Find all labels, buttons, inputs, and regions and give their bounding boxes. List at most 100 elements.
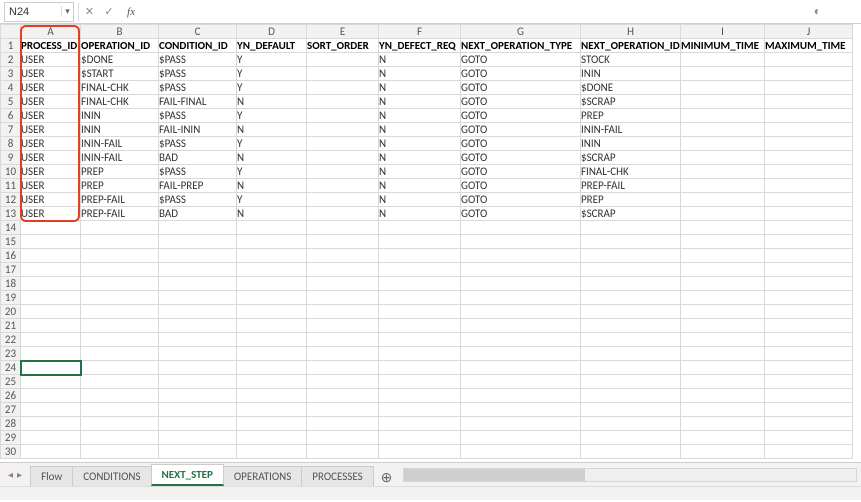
cell-D6[interactable]: Y (237, 109, 307, 123)
cell-H5[interactable]: $SCRAP (581, 95, 681, 109)
cell-I14[interactable] (681, 221, 765, 235)
cell-G15[interactable] (461, 235, 581, 249)
cell-C13[interactable]: BAD (159, 207, 237, 221)
cell-A9[interactable]: USER (21, 151, 81, 165)
cell-D4[interactable]: Y (237, 81, 307, 95)
row-header-18[interactable]: 18 (1, 277, 21, 291)
cell-E8[interactable] (307, 137, 379, 151)
cell-C3[interactable]: $PASS (159, 67, 237, 81)
header-cell-A[interactable]: PROCESS_ID (21, 39, 81, 53)
row-header-2[interactable]: 2 (1, 53, 21, 67)
row-header-21[interactable]: 21 (1, 319, 21, 333)
cell-J3[interactable] (765, 67, 853, 81)
row-header-24[interactable]: 24 (1, 361, 21, 375)
cell-E10[interactable] (307, 165, 379, 179)
cell-G10[interactable]: GOTO (461, 165, 581, 179)
cell-E28[interactable] (307, 417, 379, 431)
cell-B7[interactable]: ININ (81, 123, 159, 137)
cell-H27[interactable] (581, 403, 681, 417)
cell-G28[interactable] (461, 417, 581, 431)
add-sheet-button[interactable]: ⊕ (373, 469, 401, 486)
cell-E20[interactable] (307, 305, 379, 319)
cell-C7[interactable]: FAIL-ININ (159, 123, 237, 137)
cell-B22[interactable] (81, 333, 159, 347)
cell-C20[interactable] (159, 305, 237, 319)
cell-I28[interactable] (681, 417, 765, 431)
header-cell-D[interactable]: YN_DEFAULT (237, 39, 307, 53)
cell-J8[interactable] (765, 137, 853, 151)
cell-F25[interactable] (379, 375, 461, 389)
cell-J7[interactable] (765, 123, 853, 137)
cell-D5[interactable]: N (237, 95, 307, 109)
cell-H4[interactable]: $DONE (581, 81, 681, 95)
cell-A14[interactable] (21, 221, 81, 235)
row-header-5[interactable]: 5 (1, 95, 21, 109)
cell-E26[interactable] (307, 389, 379, 403)
row-header-9[interactable]: 9 (1, 151, 21, 165)
cell-H30[interactable] (581, 445, 681, 459)
cell-F14[interactable] (379, 221, 461, 235)
cell-G9[interactable]: GOTO (461, 151, 581, 165)
cell-H13[interactable]: $SCRAP (581, 207, 681, 221)
cell-D7[interactable]: N (237, 123, 307, 137)
cell-I17[interactable] (681, 263, 765, 277)
cell-D30[interactable] (237, 445, 307, 459)
cell-I7[interactable] (681, 123, 765, 137)
cell-D25[interactable] (237, 375, 307, 389)
cell-B12[interactable]: PREP-FAIL (81, 193, 159, 207)
cell-D8[interactable]: Y (237, 137, 307, 151)
cell-F18[interactable] (379, 277, 461, 291)
cell-A4[interactable]: USER (21, 81, 81, 95)
cell-D28[interactable] (237, 417, 307, 431)
cell-F26[interactable] (379, 389, 461, 403)
cell-E6[interactable] (307, 109, 379, 123)
cell-B8[interactable]: ININ-FAIL (81, 137, 159, 151)
cell-H18[interactable] (581, 277, 681, 291)
cell-F24[interactable] (379, 361, 461, 375)
cell-D26[interactable] (237, 389, 307, 403)
cell-C29[interactable] (159, 431, 237, 445)
cell-H9[interactable]: $SCRAP (581, 151, 681, 165)
cell-B30[interactable] (81, 445, 159, 459)
cell-E15[interactable] (307, 235, 379, 249)
cell-B26[interactable] (81, 389, 159, 403)
cell-A5[interactable]: USER (21, 95, 81, 109)
cell-E22[interactable] (307, 333, 379, 347)
cell-D14[interactable] (237, 221, 307, 235)
cell-J5[interactable] (765, 95, 853, 109)
cell-A3[interactable]: USER (21, 67, 81, 81)
cell-J30[interactable] (765, 445, 853, 459)
cancel-icon[interactable]: ✕ (78, 3, 96, 21)
cell-C25[interactable] (159, 375, 237, 389)
cell-G2[interactable]: GOTO (461, 53, 581, 67)
cell-J24[interactable] (765, 361, 853, 375)
cell-G30[interactable] (461, 445, 581, 459)
cell-E17[interactable] (307, 263, 379, 277)
cell-F29[interactable] (379, 431, 461, 445)
horizontal-scrollbar[interactable] (403, 468, 857, 482)
cell-A30[interactable] (21, 445, 81, 459)
cell-C23[interactable] (159, 347, 237, 361)
cell-D17[interactable] (237, 263, 307, 277)
cell-J9[interactable] (765, 151, 853, 165)
cell-D15[interactable] (237, 235, 307, 249)
select-all-corner[interactable] (1, 25, 21, 39)
cell-G7[interactable]: GOTO (461, 123, 581, 137)
cell-E18[interactable] (307, 277, 379, 291)
cell-G12[interactable]: GOTO (461, 193, 581, 207)
cell-I2[interactable] (681, 53, 765, 67)
cell-I20[interactable] (681, 305, 765, 319)
header-cell-I[interactable]: MINIMUM_TIME (681, 39, 765, 53)
cell-I22[interactable] (681, 333, 765, 347)
cell-G29[interactable] (461, 431, 581, 445)
tab-nav-prev-icon[interactable]: ◂ (8, 468, 13, 481)
header-cell-E[interactable]: SORT_ORDER (307, 39, 379, 53)
cell-E23[interactable] (307, 347, 379, 361)
cell-C9[interactable]: BAD (159, 151, 237, 165)
cell-G4[interactable]: GOTO (461, 81, 581, 95)
cell-A15[interactable] (21, 235, 81, 249)
cell-E27[interactable] (307, 403, 379, 417)
cell-F16[interactable] (379, 249, 461, 263)
cell-A11[interactable]: USER (21, 179, 81, 193)
row-header-6[interactable]: 6 (1, 109, 21, 123)
